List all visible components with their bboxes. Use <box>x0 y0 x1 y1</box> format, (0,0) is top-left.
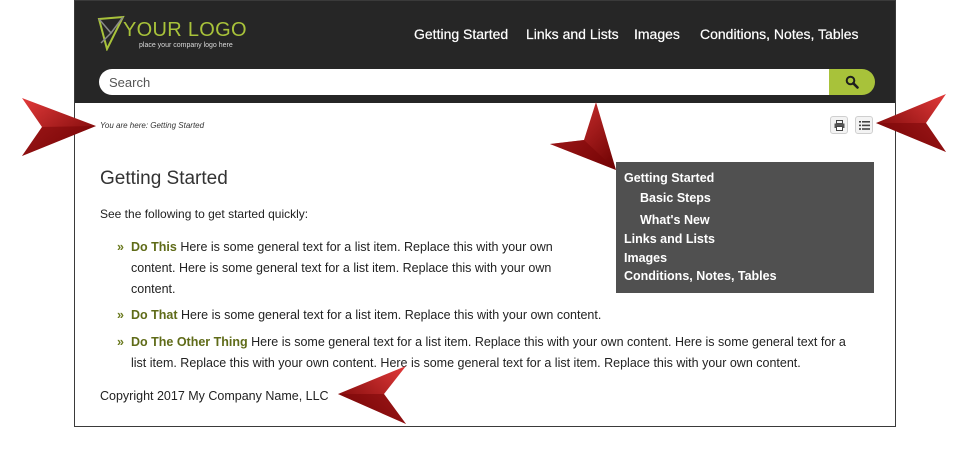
list-item-text: content. <box>131 282 176 296</box>
nav-item-conditions-notes-tables[interactable]: Conditions, Notes, Tables <box>700 26 859 42</box>
search-input[interactable] <box>99 69 831 95</box>
toc-panel: Getting Started Basic Steps What's New L… <box>616 162 874 293</box>
list-item-text: Here is some general text for a list ite… <box>177 308 602 322</box>
nav-item-images[interactable]: Images <box>634 26 680 42</box>
main-nav: Getting Started Links and Lists Images C… <box>75 26 895 46</box>
toc-item-basic-steps[interactable]: Basic Steps <box>640 191 711 205</box>
search-bar <box>99 69 875 95</box>
list-item-term: Do This <box>131 240 177 254</box>
search-icon <box>845 75 859 89</box>
intro-text: See the following to get started quickly… <box>100 207 309 221</box>
bullet-icon: » <box>117 308 124 322</box>
list-item-text: content. Here is some general text for a… <box>131 261 552 275</box>
callout-arrow-icon <box>22 98 96 156</box>
list-item: » Do This Here is some general text for … <box>117 237 571 300</box>
toc-item-conditions-notes-tables[interactable]: Conditions, Notes, Tables <box>624 269 777 283</box>
toc-item-whats-new[interactable]: What's New <box>640 213 710 227</box>
list-item-term: Do That <box>131 308 178 322</box>
toc-item-getting-started[interactable]: Getting Started <box>624 171 714 185</box>
print-button[interactable] <box>830 116 848 134</box>
list-item-term: Do The Other Thing <box>131 335 248 349</box>
search-button[interactable] <box>829 69 875 95</box>
callout-arrow-icon <box>550 102 616 170</box>
page-frame: YOUR LOGO place your company logo here G… <box>74 0 896 427</box>
callout-arrow-icon <box>876 94 946 152</box>
page-title: Getting Started <box>100 168 228 189</box>
list-item: » Do That Here is some general text for … <box>117 305 631 326</box>
site-header: YOUR LOGO place your company logo here G… <box>75 1 895 103</box>
list-item-text: Here is some general text for a list ite… <box>247 335 846 349</box>
print-icon <box>834 120 845 131</box>
breadcrumb: You are here: Getting Started <box>100 121 205 130</box>
toc-toggle-button[interactable] <box>855 116 873 134</box>
nav-item-links-and-lists[interactable]: Links and Lists <box>526 26 619 42</box>
bullet-icon: » <box>117 335 124 349</box>
list-item-text: Here is some general text for a list ite… <box>176 240 553 254</box>
bullet-icon: » <box>117 240 124 254</box>
list-item-text: list item. Replace this with your own co… <box>131 356 801 370</box>
toc-item-links-and-lists[interactable]: Links and Lists <box>624 232 715 246</box>
toc-item-images[interactable]: Images <box>624 251 667 265</box>
list-icon <box>859 121 870 130</box>
nav-item-getting-started[interactable]: Getting Started <box>414 26 508 42</box>
copyright-text: Copyright 2017 My Company Name, LLC <box>100 389 329 403</box>
list-item: » Do The Other Thing Here is some genera… <box>117 332 876 374</box>
callout-arrow-icon <box>338 366 406 424</box>
